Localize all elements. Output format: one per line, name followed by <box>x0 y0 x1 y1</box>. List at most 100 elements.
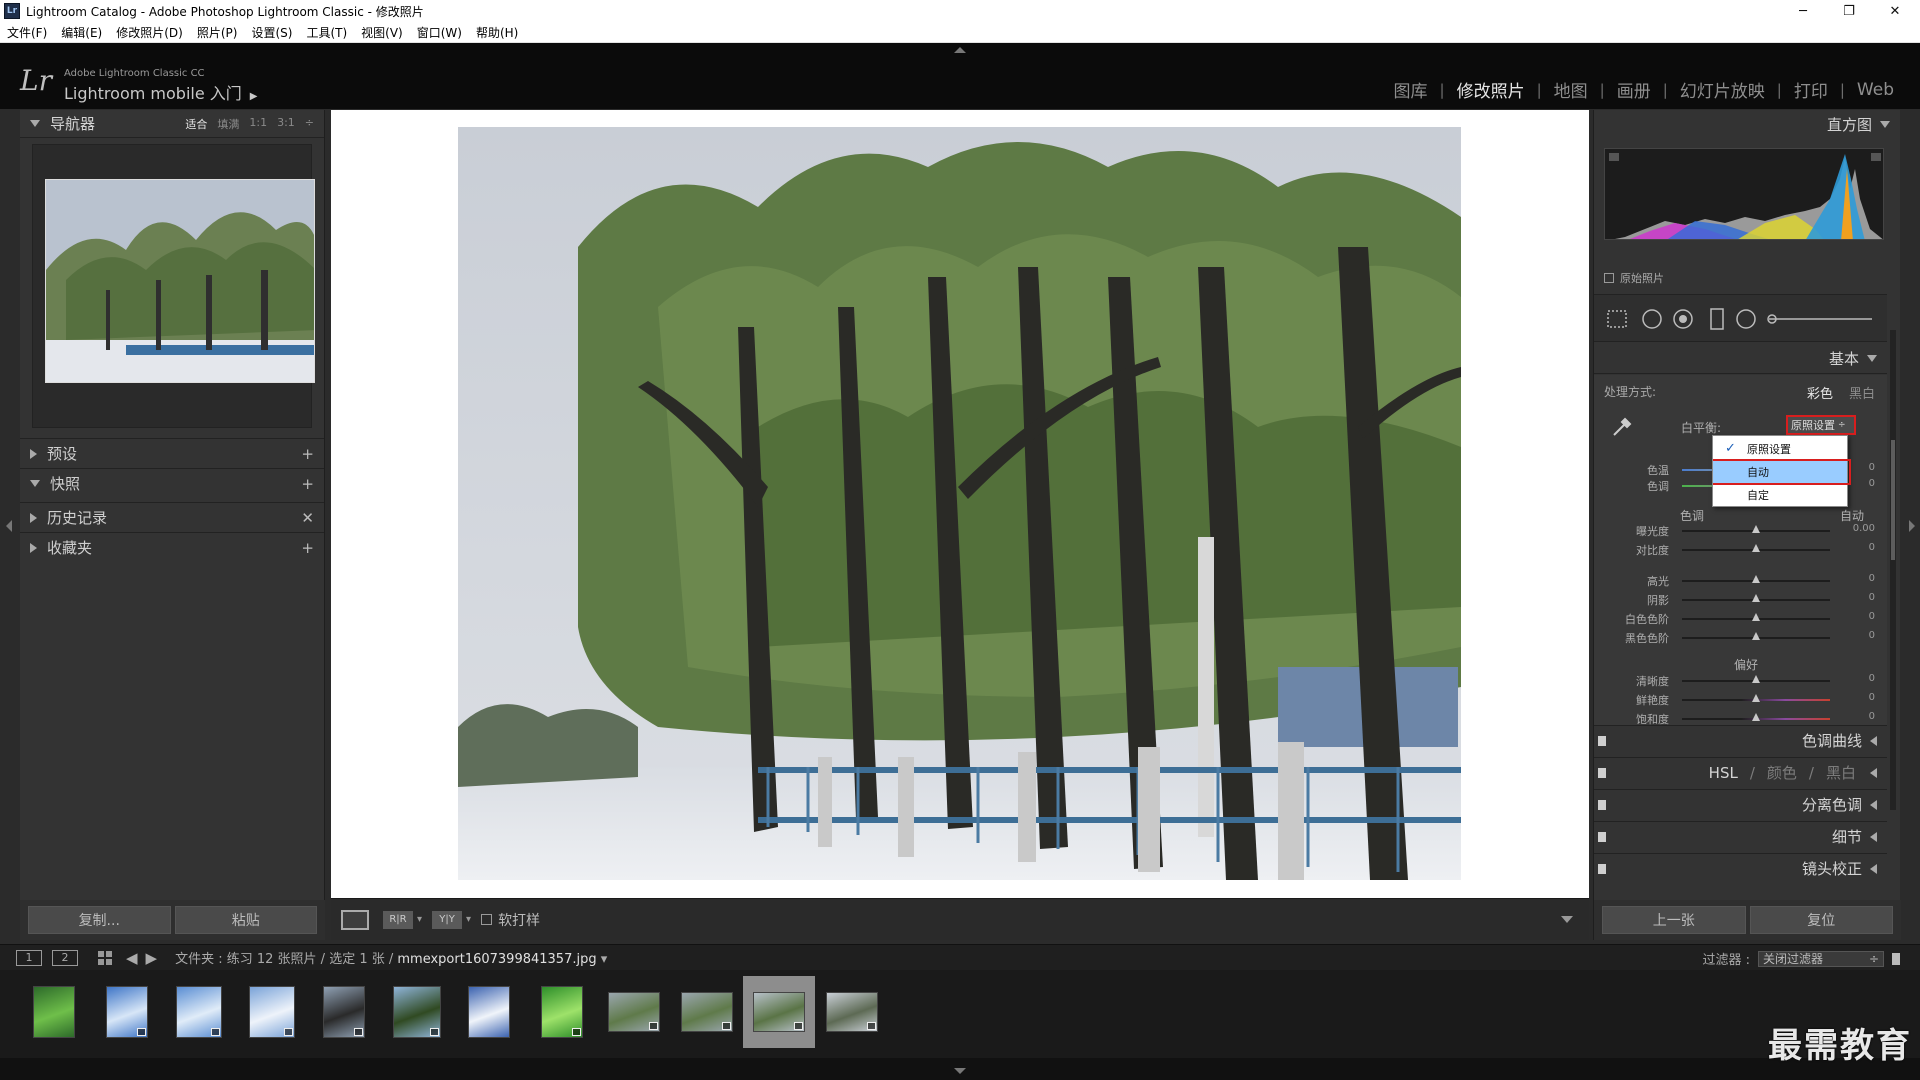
zoom-option-1[interactable]: 填满 <box>217 116 239 132</box>
source-path[interactable]: 文件夹 : 练习 12 张照片 / 选定 1 张 / mmexport16073… <box>175 948 607 967</box>
slider-knob[interactable] <box>1752 525 1760 533</box>
add-icon[interactable]: + <box>301 445 314 463</box>
filmstrip-thumbnail[interactable] <box>671 976 743 1048</box>
zoom-option-0[interactable]: 适合 <box>185 116 207 132</box>
slider-knob[interactable] <box>1752 713 1760 721</box>
filmstrip-thumbnail[interactable] <box>91 976 163 1048</box>
original-photo-checkbox[interactable] <box>1604 273 1614 283</box>
white-balance-dropper-icon[interactable] <box>1610 415 1634 439</box>
wb-option-1[interactable]: 自动 <box>1713 461 1847 483</box>
left-section-1[interactable]: 快照 + <box>20 468 324 498</box>
menu-item-8[interactable]: 帮助(H) <box>469 24 525 41</box>
right-section-4[interactable]: 镜头校正 <box>1594 853 1887 883</box>
filmstrip-thumbnail[interactable] <box>163 976 235 1048</box>
right-section-0[interactable]: 色调曲线 <box>1594 725 1887 755</box>
right-section-1[interactable]: HSL / 颜色 / 黑白 <box>1594 757 1887 787</box>
module-tab-1[interactable]: 修改照片 <box>1445 77 1537 102</box>
right-section-3[interactable]: 细节 <box>1594 821 1887 851</box>
slider-knob[interactable] <box>1752 594 1760 602</box>
soft-proof-checkbox[interactable] <box>481 914 493 925</box>
section-toggle-switch[interactable] <box>1598 736 1606 746</box>
slider-sliders_presence-2[interactable]: 饱和度 0 <box>1594 710 1887 726</box>
filmstrip-thumbnail[interactable] <box>308 976 380 1048</box>
slider-sliders_tone2-1[interactable]: 阴影 0 <box>1594 591 1887 607</box>
toolbar-menu-icon[interactable] <box>1561 916 1573 923</box>
slider-knob[interactable] <box>1752 544 1760 552</box>
filmstrip-thumbnail[interactable] <box>743 976 815 1048</box>
hsl-tab-2[interactable]: 颜色 <box>1767 764 1797 782</box>
slider-knob[interactable] <box>1752 613 1760 621</box>
scrollbar-thumb[interactable] <box>1891 440 1895 560</box>
section-toggle-switch[interactable] <box>1598 864 1606 874</box>
menu-item-7[interactable]: 窗口(W) <box>410 24 469 41</box>
menu-item-1[interactable]: 编辑(E) <box>54 24 109 41</box>
filter-select[interactable]: 关闭过滤器 ÷ <box>1758 950 1884 967</box>
menu-item-2[interactable]: 修改照片(D) <box>109 24 190 41</box>
before-after-tb-caret-icon[interactable]: ▾ <box>466 914 471 925</box>
top-panel-toggle-icon[interactable] <box>954 47 966 53</box>
wb-option-2[interactable]: 自定 <box>1713 484 1847 506</box>
main-photo[interactable] <box>458 127 1461 880</box>
module-tab-0[interactable]: 图库 <box>1382 77 1440 102</box>
filmstrip-thumbnail[interactable] <box>526 976 598 1048</box>
slider-sliders_tone2-3[interactable]: 黑色色阶 0 <box>1594 629 1887 645</box>
module-tab-4[interactable]: 幻灯片放映 <box>1668 77 1777 102</box>
module-tab-2[interactable]: 地图 <box>1542 77 1600 102</box>
right-panel-toggle-icon[interactable] <box>1909 520 1915 532</box>
reset-button[interactable]: 复位 <box>1749 906 1893 934</box>
white-balance-select[interactable]: 原照设置 ÷ <box>1786 415 1856 435</box>
slider-knob[interactable] <box>1752 575 1760 583</box>
before-after-lr-caret-icon[interactable]: ▾ <box>417 914 422 925</box>
slider-sliders_presence-1[interactable]: 鲜艳度 0 <box>1594 691 1887 707</box>
before-after-tb-button[interactable]: Y|Y <box>432 910 463 929</box>
second-window-button[interactable]: 2 <box>52 949 78 966</box>
filmstrip-thumbnail[interactable] <box>18 976 90 1048</box>
section-toggle-switch[interactable] <box>1598 800 1606 810</box>
copy-settings-button[interactable]: 复制... <box>28 906 171 934</box>
filmstrip-thumbnail[interactable] <box>816 976 888 1048</box>
back-arrow-icon[interactable]: ◀ <box>126 949 138 967</box>
slider-knob[interactable] <box>1752 694 1760 702</box>
main-window-button[interactable]: 1 <box>16 949 42 966</box>
filmstrip-thumbnail[interactable] <box>598 976 670 1048</box>
maximize-button[interactable]: ❐ <box>1826 0 1872 22</box>
left-section-2[interactable]: 历史记录 ✕ <box>20 502 324 532</box>
menu-item-0[interactable]: 文件(F) <box>0 24 54 41</box>
treatment-color-option[interactable]: 彩色 <box>1807 383 1833 402</box>
filter-lock-icon[interactable] <box>1892 952 1900 965</box>
slider-sliders_tone2-0[interactable]: 高光 0 <box>1594 572 1887 588</box>
left-section-3[interactable]: 收藏夹 + <box>20 532 324 562</box>
zoom-option-2[interactable]: 1:1 <box>249 116 267 132</box>
module-tab-3[interactable]: 画册 <box>1605 77 1663 102</box>
previous-button[interactable]: 上一张 <box>1602 906 1746 934</box>
grid-view-icon[interactable] <box>98 950 112 965</box>
histogram[interactable] <box>1604 148 1884 240</box>
slider-knob[interactable] <box>1752 675 1760 683</box>
filmstrip-thumbnail[interactable] <box>381 976 453 1048</box>
histogram-header[interactable]: 直方图 <box>1594 110 1900 138</box>
basic-header[interactable]: 基本 <box>1594 344 1887 374</box>
paste-settings-button[interactable]: 粘贴 <box>174 906 317 934</box>
lightroom-mobile-link[interactable]: Lightroom mobile 入门 ▶ <box>64 80 257 104</box>
menu-item-4[interactable]: 设置(S) <box>244 24 299 41</box>
forward-arrow-icon[interactable]: ▶ <box>146 949 158 967</box>
hsl-tab-4[interactable]: 黑白 <box>1826 764 1856 782</box>
original-photo-toggle[interactable]: 原始照片 <box>1604 270 1664 286</box>
clear-icon[interactable]: ✕ <box>301 509 314 527</box>
slider-knob[interactable] <box>1752 632 1760 640</box>
slider-sliders_tone-1[interactable]: 对比度 0 <box>1594 541 1887 557</box>
module-tab-5[interactable]: 打印 <box>1782 77 1840 102</box>
minimize-button[interactable]: ─ <box>1780 0 1826 22</box>
filmstrip-thumbnail[interactable] <box>453 976 525 1048</box>
menu-item-5[interactable]: 工具(T) <box>299 24 354 41</box>
filmstrip-thumbnail[interactable] <box>236 976 308 1048</box>
menu-item-3[interactable]: 照片(P) <box>190 24 245 41</box>
before-after-lr-button[interactable]: R|R <box>383 910 413 929</box>
add-icon[interactable]: + <box>301 539 314 557</box>
navigator-header[interactable]: 导航器 适合 填满 1:1 3:1 ÷ <box>20 110 324 138</box>
module-tab-6[interactable]: Web <box>1845 80 1906 100</box>
slider-sliders_tone2-2[interactable]: 白色色阶 0 <box>1594 610 1887 626</box>
section-toggle-switch[interactable] <box>1598 832 1606 842</box>
slider-sliders_presence-0[interactable]: 清晰度 0 <box>1594 672 1887 688</box>
zoom-option-3[interactable]: 3:1 <box>277 116 295 132</box>
